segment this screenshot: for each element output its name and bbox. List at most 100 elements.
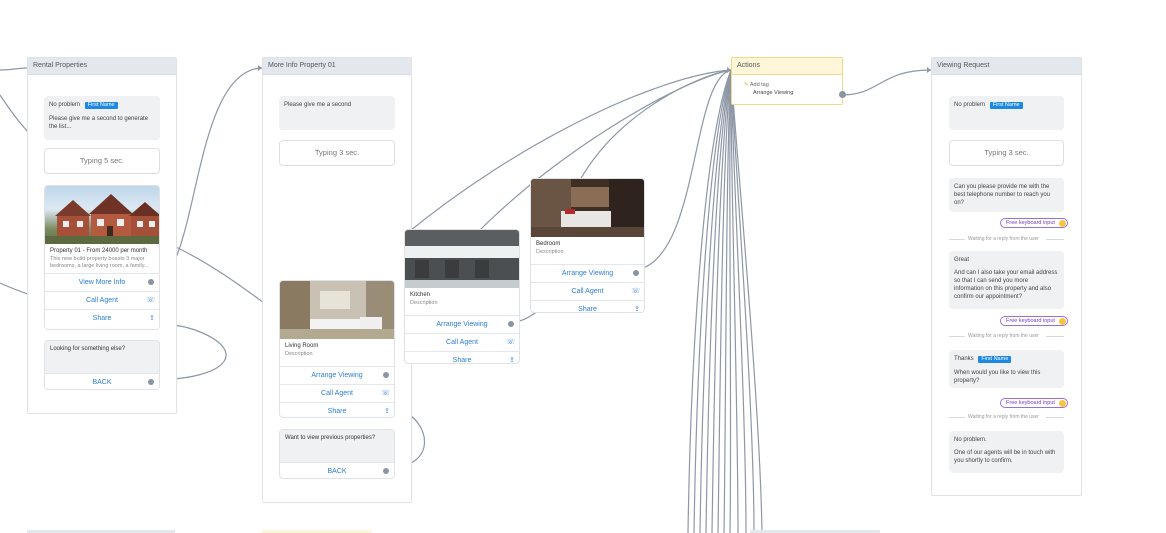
house-illustration bbox=[45, 194, 159, 244]
message-text: Can you please provide me with the best … bbox=[954, 184, 1051, 206]
living-room-card[interactable]: Living Room Description Arrange Viewing … bbox=[279, 280, 395, 418]
button-label: Call Agent bbox=[571, 288, 604, 295]
badge-label: Free keyboard input bbox=[1006, 400, 1055, 406]
message-bubble: Can you please provide me with the best … bbox=[949, 178, 1064, 212]
connector-dot-icon[interactable] bbox=[839, 91, 846, 98]
divider bbox=[1046, 336, 1064, 337]
view-more-info-button[interactable]: View More Info bbox=[45, 273, 159, 291]
call-agent-button[interactable]: Call Agent ☏ bbox=[280, 384, 394, 402]
rental-properties-node[interactable]: Rental Properties No problem First Name … bbox=[27, 57, 177, 414]
waiting-label: Waiting for a reply from the user bbox=[968, 333, 1039, 339]
card-title: Kitchen bbox=[410, 292, 431, 298]
typing-label: Typing 3 sec. bbox=[984, 148, 1029, 157]
living-room-image bbox=[280, 281, 394, 339]
divider bbox=[949, 239, 965, 240]
actions-node[interactable]: Actions ✎ Add tag Arrange Viewing bbox=[731, 57, 846, 105]
share-button[interactable]: Share ⇪ bbox=[405, 351, 519, 364]
button-label: Call Agent bbox=[321, 390, 353, 397]
message-text: No problem bbox=[954, 102, 986, 108]
divider bbox=[949, 336, 965, 337]
divider bbox=[1046, 239, 1064, 240]
share-button[interactable]: Share ⇪ bbox=[280, 402, 394, 417]
call-icon: ☏ bbox=[506, 339, 515, 346]
first-name-chip: First Name bbox=[84, 102, 118, 109]
message-bubble: No problem First Name Please give me a s… bbox=[44, 96, 160, 140]
bedroom-illustration bbox=[531, 179, 644, 237]
action-value: Arrange Viewing bbox=[753, 90, 794, 96]
typing-indicator: Typing 5 sec. bbox=[44, 148, 160, 174]
typing-indicator: Typing 3 sec. bbox=[279, 140, 395, 166]
back-button[interactable]: BACK bbox=[280, 462, 394, 478]
back-card[interactable]: Looking for something else? BACK bbox=[44, 340, 160, 390]
call-agent-button[interactable]: Call Agent ☏ bbox=[45, 291, 159, 309]
call-icon: ☏ bbox=[381, 390, 390, 397]
card-title: Bedroom bbox=[536, 241, 561, 247]
badge-label: Free keyboard input bbox=[1006, 318, 1055, 324]
bedroom-image bbox=[531, 179, 644, 237]
button-label: Call Agent bbox=[446, 339, 478, 346]
share-button[interactable]: Share ⇪ bbox=[531, 300, 644, 313]
kitchen-card[interactable]: Kitchen Description Arrange Viewing Call… bbox=[404, 229, 520, 364]
arrange-viewing-button[interactable]: Arrange Viewing bbox=[280, 366, 394, 384]
waiting-label: Waiting for a reply from the user bbox=[968, 414, 1039, 420]
action-label: Add tag bbox=[749, 82, 769, 88]
card-description: This new build property boasts 3 major b… bbox=[50, 256, 149, 269]
divider bbox=[949, 417, 965, 418]
button-label: Arrange Viewing bbox=[311, 372, 363, 379]
waiting-label: Waiting for a reply from the user bbox=[968, 236, 1039, 242]
message-text: Looking for something else? bbox=[45, 341, 159, 373]
property-card[interactable]: Property 01 - From 24000 per month This … bbox=[44, 185, 160, 330]
share-icon: ⇪ bbox=[509, 357, 515, 364]
kitchen-illustration bbox=[405, 230, 519, 288]
node-title: Rental Properties bbox=[28, 58, 176, 75]
back-card[interactable]: Want to view previous properties? BACK bbox=[279, 429, 395, 479]
typing-indicator: Typing 3 sec. bbox=[949, 140, 1064, 166]
free-keyboard-input-badge[interactable]: Free keyboard input bbox=[1000, 316, 1068, 326]
call-icon: ☏ bbox=[631, 288, 640, 295]
button-label: Arrange Viewing bbox=[436, 321, 488, 328]
bedroom-card[interactable]: Bedroom Description Arrange Viewing Call… bbox=[530, 178, 645, 313]
connector-dot-icon[interactable] bbox=[148, 379, 154, 385]
first-name-chip: First Name bbox=[989, 102, 1023, 109]
card-description: Description bbox=[410, 300, 438, 306]
share-icon: ⇪ bbox=[634, 306, 640, 313]
message-text: When would you like to view this propert… bbox=[954, 370, 1041, 384]
call-agent-button[interactable]: Call Agent ☏ bbox=[531, 282, 644, 300]
tag-icon: ✎ bbox=[744, 82, 749, 88]
connector-dot-icon[interactable] bbox=[383, 468, 389, 474]
card-title: Property 01 - From 24000 per month bbox=[50, 248, 148, 254]
arrange-viewing-button[interactable]: Arrange Viewing bbox=[531, 264, 644, 282]
button-label: Share bbox=[92, 315, 112, 322]
keyboard-icon bbox=[1058, 220, 1066, 227]
viewing-request-node[interactable]: Viewing Request No problem First Name Ty… bbox=[931, 57, 1082, 496]
first-name-chip: First Name bbox=[978, 356, 1012, 363]
property-image bbox=[45, 186, 159, 244]
share-button[interactable]: Share ⇪ bbox=[45, 309, 159, 327]
button-label: View More Info bbox=[78, 279, 126, 286]
back-button[interactable]: BACK bbox=[45, 373, 159, 389]
button-label: Call Agent bbox=[86, 297, 118, 304]
message-text: Want to view previous properties? bbox=[280, 430, 394, 462]
card-title: Living Room bbox=[285, 343, 319, 349]
arrange-viewing-button[interactable]: Arrange Viewing bbox=[405, 315, 519, 333]
free-keyboard-input-badge[interactable]: Free keyboard input bbox=[1000, 218, 1068, 228]
call-agent-button[interactable]: Call Agent ☏ bbox=[405, 333, 519, 351]
connector-dot-icon[interactable] bbox=[148, 279, 154, 285]
connector-dot-icon[interactable] bbox=[633, 270, 639, 276]
button-label: Arrange Viewing bbox=[561, 270, 614, 277]
message-text: Thanks bbox=[954, 356, 974, 362]
keyboard-icon bbox=[1058, 400, 1066, 407]
divider bbox=[1046, 417, 1064, 418]
card-description: Description bbox=[536, 249, 564, 255]
connector-dot-icon[interactable] bbox=[508, 321, 514, 327]
free-keyboard-input-badge[interactable]: Free keyboard input bbox=[1000, 398, 1068, 408]
message-bubble: Thanks First Name When would you like to… bbox=[949, 350, 1064, 388]
button-label: Share bbox=[578, 306, 597, 313]
connector-dot-icon[interactable] bbox=[383, 372, 389, 378]
kitchen-image bbox=[405, 230, 519, 288]
message-text: Please give me a second bbox=[284, 102, 352, 108]
button-label: BACK bbox=[327, 468, 347, 475]
button-label: BACK bbox=[92, 379, 112, 386]
more-info-node[interactable]: More Info Property 01 Please give me a s… bbox=[262, 57, 412, 503]
button-label: Share bbox=[327, 408, 347, 415]
